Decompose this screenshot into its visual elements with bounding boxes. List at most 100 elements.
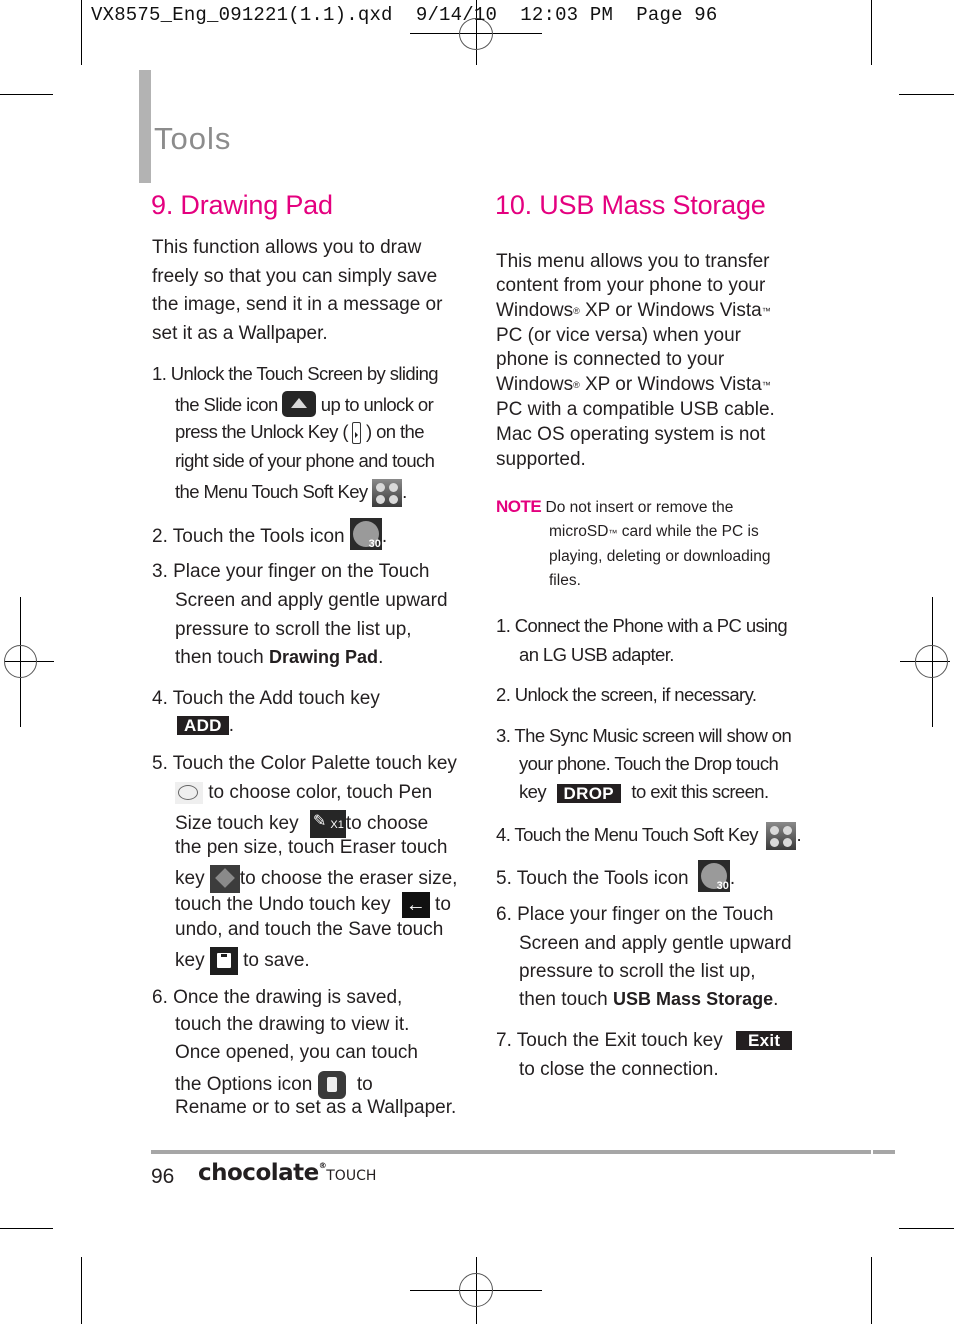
registered-mark: ® <box>318 1161 327 1170</box>
tools-icon: 30 <box>349 518 382 550</box>
pen-size-icon: ✎ X1 <box>309 810 346 838</box>
note-text: microSD <box>549 523 609 540</box>
tools-icon: 30 <box>697 860 730 892</box>
usb-step-4: 4. Touch the Menu Touch Soft Key . <box>496 822 802 850</box>
step-text: Once opened, you can touch <box>175 1042 418 1063</box>
punctuation: . <box>729 868 736 890</box>
crop-mark <box>899 94 954 95</box>
step-text: right side of your phone and touch <box>175 450 435 471</box>
unlock-key-icon <box>352 422 362 445</box>
step-line: the Options icon to <box>175 1071 373 1099</box>
step-text: then touch <box>175 647 264 668</box>
note-text: playing, deleting or downloading <box>549 548 771 565</box>
intro-line: supported. <box>496 449 586 470</box>
note-line: NOTE Do not insert or remove the <box>496 497 733 516</box>
step-text: Screen and apply gentle upward <box>519 933 792 954</box>
section-title: Tools <box>154 121 232 156</box>
menu-soft-key-icon <box>372 479 403 507</box>
step-text: ) on the <box>366 421 425 442</box>
punctuation: . <box>381 526 388 548</box>
step-text: key <box>175 868 205 890</box>
step-line: ADD. <box>177 716 234 736</box>
menu-soft-key-icon <box>766 822 797 850</box>
step-text: your phone. Touch the Drop touch <box>519 753 779 774</box>
intro-line: PC with a compatible USB cable. <box>496 399 775 420</box>
step-line: then touch USB Mass Storage. <box>519 989 779 1010</box>
step-line: to choose color, touch Pen <box>175 782 432 804</box>
step-text: Rename or to set as a Wallpaper. <box>175 1097 457 1118</box>
step-text: 5. Touch the Color Palette touch key <box>152 753 457 774</box>
intro-line: the image, send it in a message or <box>152 294 443 315</box>
step-text: 6. Once the drawing is saved, <box>152 987 403 1008</box>
intro-line: This function allows you to draw <box>152 237 422 258</box>
step-text: pressure to scroll the list up, <box>175 619 412 640</box>
step-text: pressure to scroll the list up, <box>519 961 756 982</box>
intro-line: content from your phone to your <box>496 275 766 296</box>
intro-line: set it as a Wallpaper. <box>152 323 328 344</box>
color-palette-icon <box>175 782 203 804</box>
step-text: then touch <box>519 989 608 1010</box>
note-text: files. <box>549 572 581 589</box>
step-text: to choose <box>345 813 429 835</box>
step-text: to exit this screen. <box>631 781 769 802</box>
step-line: then touch Drawing Pad. <box>175 647 383 668</box>
intro-line: Windows® XP or Windows Vista™ <box>496 375 771 394</box>
punctuation: . <box>796 823 802 845</box>
crop-mark <box>899 1228 954 1229</box>
note-label: NOTE <box>496 497 542 516</box>
step-text: 1. Unlock the Touch Screen by sliding <box>152 363 439 384</box>
trademark-mark: ™ <box>761 380 771 390</box>
note-text: card while the PC is <box>617 523 759 540</box>
step-text: to choose the eraser size, <box>239 868 458 890</box>
step-text: 6. Place your finger on the Touch <box>496 904 774 925</box>
intro-line: PC (or vice versa) when your <box>496 325 741 346</box>
step-text: press the Unlock Key ( <box>175 421 349 442</box>
step-text: touch the Undo touch key <box>175 894 391 916</box>
usb-step-2: 2. Unlock the screen, if necessary. <box>496 684 757 705</box>
drop-touch-key: DROP <box>556 783 621 803</box>
brand-logo: chocolate®TOUCH <box>198 1160 376 1186</box>
crop-mark <box>871 1257 872 1324</box>
step-text: 4. Touch the Menu Touch Soft Key <box>496 823 759 845</box>
registered-mark: ® <box>573 380 580 390</box>
intro-line: freely so that you can simply save <box>152 266 438 287</box>
punctuation: . <box>773 989 779 1010</box>
registration-mark <box>4 645 37 678</box>
slide-icon <box>282 391 317 417</box>
footer-rule <box>873 1150 895 1154</box>
step-text: 3. The Sync Music screen will show on <box>496 725 792 746</box>
intro-line: This menu allows you to transfer <box>496 251 770 272</box>
pen-size-label: X1 <box>330 819 344 831</box>
crop-mark <box>81 0 82 65</box>
step-text: 2. Touch the Tools icon <box>152 526 345 548</box>
text: XP or Windows Vista <box>579 300 762 321</box>
usb-step-5: 5. Touch the Tools icon 30. <box>496 860 736 895</box>
usb-mass-storage-heading: 10. USB Mass Storage <box>495 190 766 220</box>
page-number: 96 <box>151 1165 175 1188</box>
drawing-pad-heading: 9. Drawing Pad <box>151 190 333 220</box>
registration-mark <box>915 645 948 678</box>
step-text: to <box>356 1074 373 1096</box>
undo-icon: ← <box>401 892 430 918</box>
step-text: Screen and apply gentle upward <box>175 590 448 611</box>
text: Windows <box>496 374 574 395</box>
options-icon <box>317 1071 346 1099</box>
step-text: 3. Place your finger on the Touch <box>152 561 430 582</box>
crop-mark <box>871 0 872 65</box>
step-text: an LG USB adapter. <box>519 644 674 665</box>
step-text: to choose color, touch Pen <box>208 782 433 804</box>
step-line: press the Unlock Key ( ) on the <box>175 421 425 445</box>
step-text: key <box>519 781 547 802</box>
step-text: undo, and touch the Save touch <box>175 919 444 940</box>
tools-icon-date: 30 <box>368 538 381 550</box>
brand-name: chocolate <box>198 1160 319 1186</box>
intro-line: phone is connected to your <box>496 349 725 370</box>
pen-glyph: ✎ <box>312 813 327 830</box>
note-line: microSD™ card while the PC is <box>549 524 759 540</box>
punctuation: . <box>402 480 407 502</box>
step-text: Size touch key <box>175 813 299 835</box>
step-text: key <box>175 950 205 972</box>
trademark-mark: ™ <box>761 306 771 316</box>
crop-mark <box>81 1257 82 1324</box>
step-line: touch the Undo touch key ← to <box>175 892 451 918</box>
